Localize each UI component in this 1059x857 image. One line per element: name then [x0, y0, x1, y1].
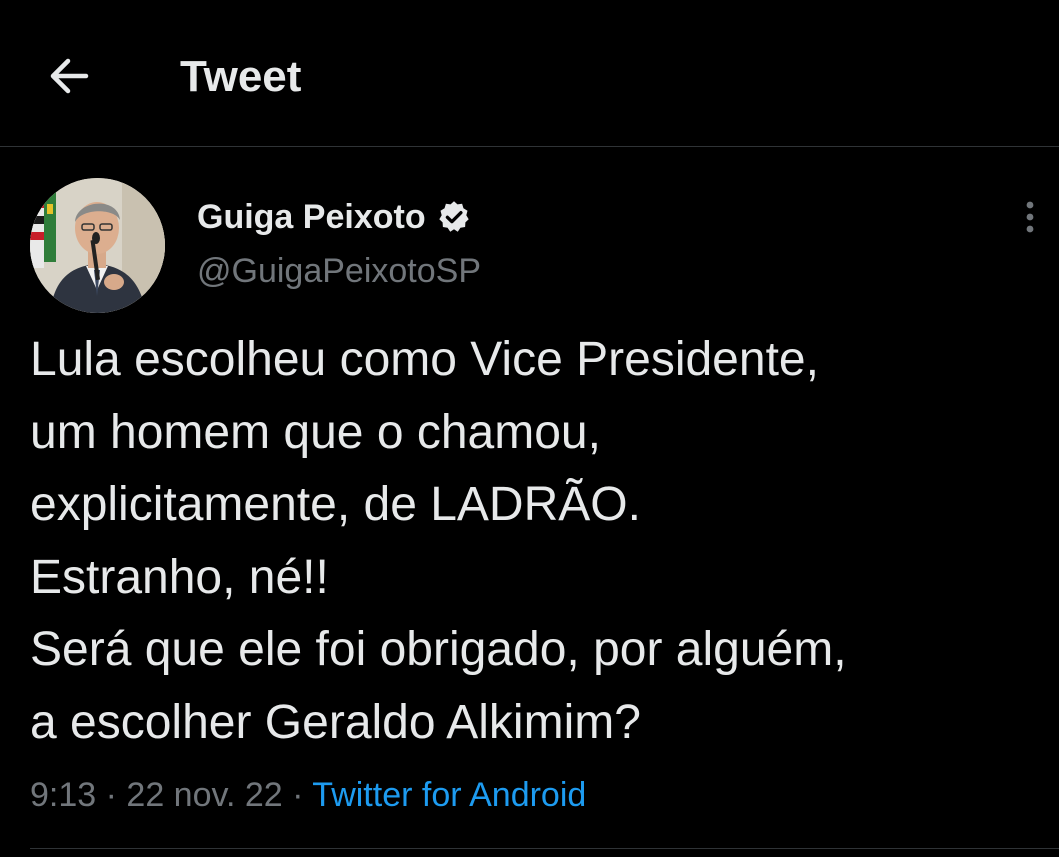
more-vertical-icon [1026, 201, 1034, 233]
verified-badge-icon [438, 201, 469, 232]
more-options-button[interactable] [1014, 196, 1046, 240]
page-title: Tweet [180, 52, 302, 101]
author-handle[interactable]: @GuigaPeixotoSP [197, 252, 481, 291]
meta-separator: · [96, 776, 127, 814]
tweet-line: a escolher Geraldo Alkimim? [30, 695, 641, 749]
tweet-line: explicitamente, de LADRÃO. [30, 478, 641, 531]
tweet-text: Lula escolheu como Vice Presidente, um h… [30, 324, 1040, 759]
tweet-meta: 9:13 · 22 nov. 22 · Twitter for Android [30, 772, 586, 818]
tweet-line: Estranho, né!! [30, 550, 329, 604]
tweet-line: Será que ele foi obrigado, por alguém, [30, 623, 847, 676]
divider [30, 848, 1059, 849]
avatar[interactable] [30, 178, 165, 313]
back-button[interactable] [40, 50, 100, 102]
top-bar: Tweet [0, 0, 1059, 147]
tweet-line: Lula escolheu como Vice Presidente, [30, 333, 819, 386]
tweet-time[interactable]: 9:13 [30, 776, 96, 814]
display-name[interactable]: Guiga Peixoto [197, 198, 426, 237]
tweet-line: um homem que o chamou, [30, 405, 601, 459]
author-name-row[interactable]: Guiga Peixoto [197, 194, 472, 240]
tweet-source-link[interactable]: Twitter for Android [312, 776, 586, 814]
arrow-left-icon [50, 58, 89, 94]
profile-photo [30, 178, 165, 313]
tweet-date[interactable]: 22 nov. 22 [126, 776, 282, 814]
meta-separator: · [282, 776, 313, 814]
